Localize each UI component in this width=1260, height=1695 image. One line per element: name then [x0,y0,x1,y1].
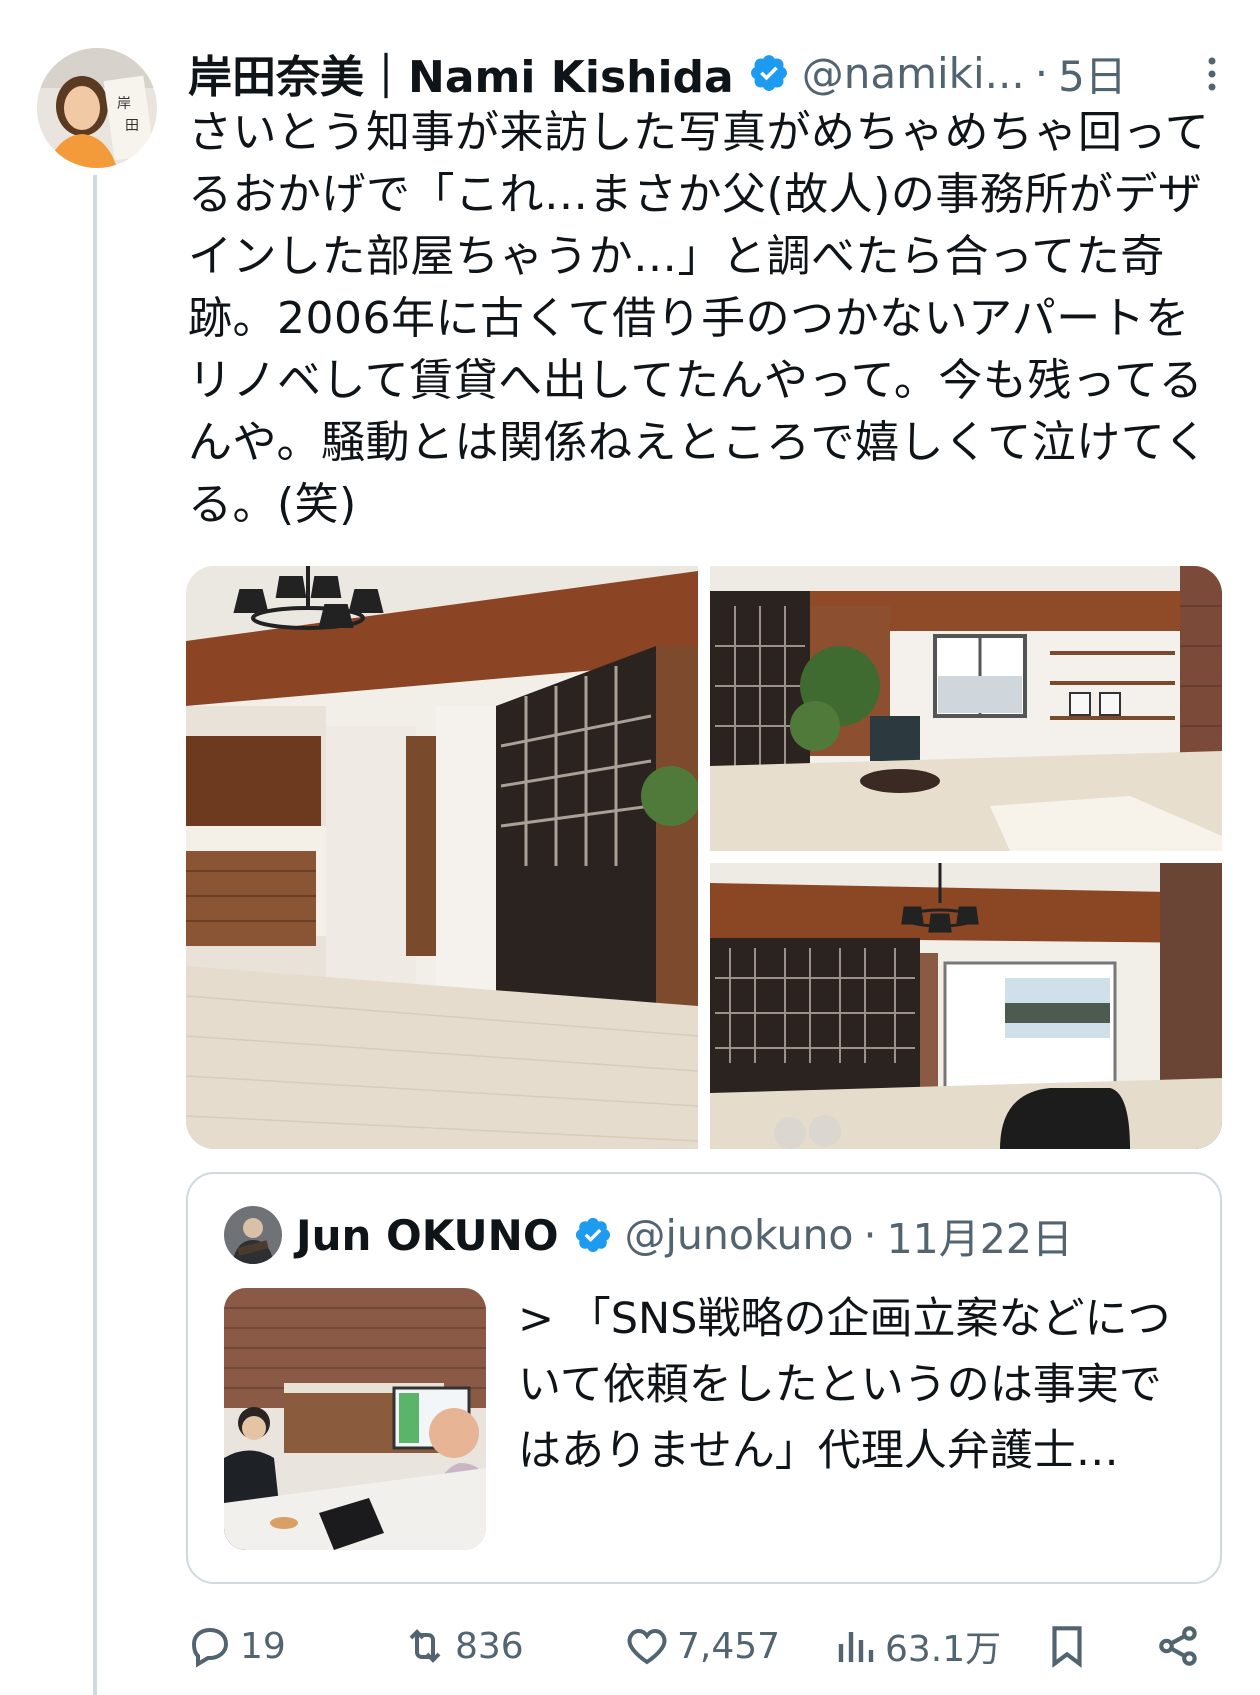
quoted-author-avatar[interactable] [224,1206,282,1264]
quoted-author-name[interactable]: Jun OKUNO [296,1211,559,1260]
retweet-button[interactable]: 836 [401,1616,524,1676]
thread-line [93,175,97,1695]
views-icon [838,1632,874,1662]
retweet-count: 836 [455,1625,524,1667]
views-button[interactable]: 63.1万 [831,1616,1001,1676]
author-avatar[interactable]: 岸 田 [37,48,157,168]
svg-text:岸: 岸 [117,96,131,112]
like-count: 7,457 [677,1625,781,1667]
views-count: 63.1万 [885,1629,1002,1670]
verified-badge-icon [750,55,787,91]
author-handle[interactable]: @namiki... [802,49,1025,98]
svg-text:田: 田 [125,118,139,134]
separator-dot: · [863,1211,877,1259]
more-icon[interactable] [1204,54,1220,94]
quoted-time[interactable]: 11月22日 [887,1205,1073,1265]
photo-living-room-entry[interactable] [186,566,698,1149]
verified-badge-icon [575,1217,610,1253]
tweet-time[interactable]: 5日 [1058,43,1127,104]
bookmark-icon[interactable] [1042,1616,1092,1676]
photo-room-sliding-doors[interactable] [710,863,1222,1149]
share-icon[interactable] [1154,1616,1204,1676]
author-name[interactable]: 岸田奈美｜Nami Kishida [188,41,734,105]
quoted-text: > 「SNS戦略の企画立案などについて依頼をしたというのは事実ではありません」代… [518,1294,1171,1476]
quoted-thumbnail[interactable] [224,1288,486,1550]
like-icon [627,1628,667,1665]
tweet-text: さいとう知事が来訪した写真がめちゃめちゃ回ってるおかげで「これ…まさか父(故人)… [188,107,1210,530]
like-button[interactable]: 7,457 [623,1616,780,1676]
action-bar: 19 836 7,457 63.1万 [186,1616,1226,1676]
separator-dot: · [1034,48,1049,98]
quoted-tweet[interactable]: Jun OKUNO @junokuno · 11月22日 > 「SNS戦略の企画… [186,1172,1222,1584]
reply-count: 19 [240,1625,286,1667]
quoted-header: Jun OKUNO @junokuno · 11月22日 [296,1204,1073,1266]
reply-button[interactable]: 19 [186,1616,286,1676]
media-grid [186,566,1222,1149]
photo-room-window-shelves[interactable] [710,566,1222,851]
retweet-icon [409,1629,441,1663]
quoted-author-handle[interactable]: @junokuno [625,1211,854,1259]
reply-icon [191,1627,229,1668]
tweet-header: 岸田奈美｜Nami Kishida @namiki... · 5日 [188,43,1220,104]
